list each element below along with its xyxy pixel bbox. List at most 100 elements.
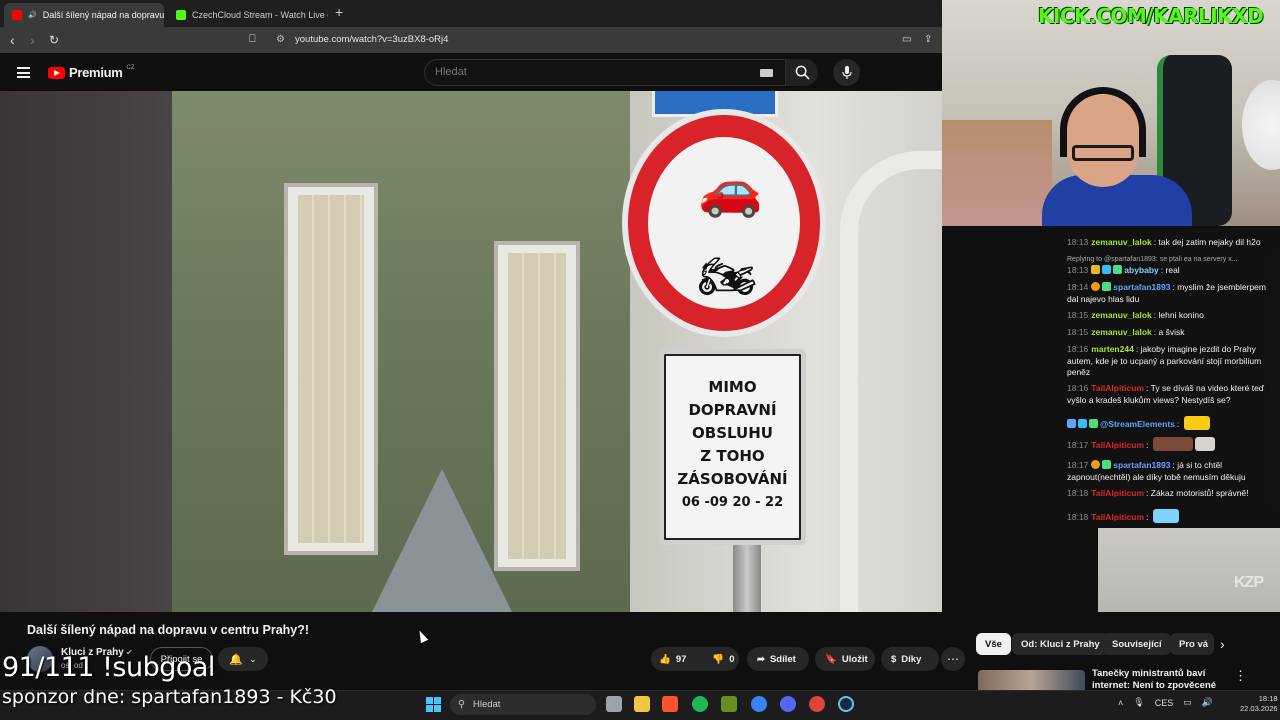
- triangle-road-sign: [372, 469, 512, 612]
- thumbs-down-icon: 👎: [712, 653, 725, 665]
- clock-time: 18:18: [1258, 694, 1278, 703]
- search-input[interactable]: [425, 60, 745, 84]
- discord-icon[interactable]: [780, 696, 796, 712]
- tab-youtube[interactable]: 🔊 Další šílený nápad na dopravu ×: [4, 3, 164, 27]
- chat-message: 18:13 abybaby: real: [1067, 265, 1180, 275]
- recommended-thumbnail[interactable]: [978, 670, 1085, 690]
- sign-line: OBSLUHU: [692, 424, 773, 442]
- sponsor-overlay: sponzor dne: spartafan1893 - Kč30: [2, 686, 337, 708]
- youtube-favicon-icon: [12, 10, 22, 20]
- chat-message: 18:18 TailAlpiticum: Zákaz motoristů! spr…: [1067, 488, 1249, 498]
- dislike-button[interactable]: 👎 0: [704, 647, 742, 671]
- emote-icon: [1194, 437, 1215, 451]
- file-explorer-icon[interactable]: [634, 696, 650, 712]
- car-icon: 🚗: [698, 161, 763, 219]
- chip-all[interactable]: Vše: [976, 633, 1011, 655]
- chat-message: 18:17 TailAlpiticum:: [1067, 437, 1277, 452]
- motorcycle-icon: 🏍: [698, 250, 757, 302]
- save-label: Uložit: [841, 653, 868, 665]
- webcam-background-strip: [1098, 528, 1280, 612]
- like-button[interactable]: 👍 97: [651, 647, 694, 671]
- video-player[interactable]: 🚗 🏍 MIMO DOPRAVNÍ OBSLUHU Z TOHO ZÁSOBOV…: [0, 91, 942, 612]
- stream-chat: 18:13 zemanuv_lalok: tak dej zatim nejaky…: [1063, 228, 1280, 528]
- logo-text: Premium: [69, 65, 123, 80]
- reload-icon[interactable]: ↻: [49, 33, 59, 47]
- webcam-overlay: [942, 0, 1280, 226]
- brave-icon[interactable]: [662, 696, 678, 712]
- sign-line: MIMO: [708, 378, 757, 396]
- bookmark-icon: 🔖: [825, 653, 837, 665]
- search-box[interactable]: [424, 59, 786, 86]
- more-actions-button[interactable]: ⋯: [941, 647, 965, 671]
- chevron-right-icon[interactable]: ›: [1220, 636, 1225, 652]
- like-count: 97: [675, 653, 687, 665]
- share-button[interactable]: ➦ Sdílet: [747, 647, 809, 671]
- chip-for-you[interactable]: Pro vá: [1170, 633, 1214, 655]
- windows-start-icon[interactable]: [426, 697, 441, 712]
- share-arrow-icon: ➦: [757, 653, 765, 665]
- chat-message: 18:14 spartafan1893: myslim že jsemblerpe…: [1067, 282, 1266, 304]
- chat-message: 18:17 spartafan1893: já si to chtěl zapno…: [1067, 460, 1246, 482]
- chrome-icon[interactable]: [809, 696, 825, 712]
- building-window: [284, 183, 378, 555]
- network-icon[interactable]: ▭: [1183, 697, 1192, 708]
- steam-icon[interactable]: [838, 696, 854, 712]
- subgoal-overlay: 91/111 !subgoal: [2, 652, 215, 683]
- address-bar-row: ‹ › ↻ ⎕ ⚙ youtube.com/watch?v=3uzBX8-oRj…: [0, 27, 942, 53]
- kick-favicon-icon: [176, 10, 186, 20]
- save-button[interactable]: 🔖 Uložit: [815, 647, 875, 671]
- task-view-icon[interactable]: [606, 696, 622, 712]
- bell-icon: 🔔: [229, 653, 244, 666]
- search-button[interactable]: [786, 59, 818, 86]
- taskbar-search[interactable]: ⚲ Hledat: [450, 694, 596, 715]
- chat-message: 18:18 TailAlpiticum:: [1067, 509, 1277, 524]
- forward-icon[interactable]: ›: [30, 32, 35, 48]
- site-info-icon[interactable]: ⚙: [276, 34, 285, 45]
- video-title: Další šílený nápad na dopravu v centru P…: [27, 623, 310, 637]
- chevron-up-icon[interactable]: ˄: [1118, 698, 1123, 708]
- thumbs-up-icon: 👍: [659, 653, 671, 665]
- tab-title: CzechCloud Stream - Watch Live on: [192, 10, 328, 20]
- tab-czechcloud[interactable]: CzechCloud Stream - Watch Live on: [168, 3, 328, 27]
- voice-search-button[interactable]: [833, 59, 860, 86]
- mouse-cursor-icon: [415, 628, 429, 644]
- streamer: [1042, 87, 1192, 226]
- share-icon[interactable]: ⇪: [924, 34, 932, 45]
- taskbar-clock[interactable]: 18:18 22.03.2026: [1240, 694, 1278, 714]
- recommended-title[interactable]: Tanečky ministrantů baví internet: Není …: [1092, 668, 1222, 690]
- dollar-icon: $: [891, 653, 897, 665]
- keyboard-icon[interactable]: [760, 69, 773, 77]
- new-tab-icon[interactable]: +: [335, 4, 343, 20]
- webcam-bed: [942, 120, 1052, 226]
- url-field[interactable]: youtube.com/watch?v=3uzBX8-oRj4: [295, 34, 448, 45]
- volume-icon[interactable]: 🔊: [1202, 697, 1213, 708]
- kebab-menu-icon[interactable]: ⋮: [1234, 668, 1247, 684]
- thanks-button[interactable]: $ Díky: [881, 647, 939, 671]
- microphone-icon[interactable]: 🎙: [1133, 697, 1144, 708]
- chat-message: 18:15 zemanuv_lalok: lehni konino: [1067, 310, 1204, 320]
- emote-icon: [1183, 416, 1210, 430]
- youtube-play-icon: [48, 66, 65, 79]
- cast-icon[interactable]: ▭: [902, 34, 911, 45]
- share-label: Sdílet: [769, 653, 796, 665]
- youtube-logo[interactable]: Premium CZ: [48, 65, 135, 80]
- bookmark-icon[interactable]: ⎕: [249, 33, 256, 46]
- hamburger-menu-icon[interactable]: [17, 67, 30, 78]
- subscribe-bell-button[interactable]: 🔔 ⌄: [218, 647, 268, 671]
- back-icon[interactable]: ‹: [10, 32, 15, 48]
- youtube-header: Premium CZ: [0, 53, 942, 91]
- chip-from-channel[interactable]: Od: Kluci z Prahy: [1012, 633, 1109, 655]
- sign-line: DOPRAVNÍ: [688, 401, 777, 419]
- language-indicator[interactable]: CES: [1155, 698, 1174, 708]
- search-icon: ⚲: [458, 699, 465, 710]
- notepad-icon[interactable]: [721, 696, 737, 712]
- chip-related[interactable]: Související: [1103, 633, 1171, 655]
- webcam-fan: [1242, 80, 1280, 170]
- ccleaner-icon[interactable]: [751, 696, 767, 712]
- chat-message: 18:15 zemanuv_lalok: a švisk: [1067, 327, 1185, 337]
- spotify-icon[interactable]: [692, 696, 708, 712]
- kick-channel-banner: KICK.COM/KARLIKXD: [1038, 4, 1264, 28]
- browser-tab-bar: 🔊 Další šílený nápad na dopravu × CzechC…: [0, 0, 942, 27]
- chevron-down-icon: ⌄: [249, 653, 257, 664]
- chat-message: 18:16 TailAlpiticum: Ty se díváš na video…: [1067, 383, 1265, 405]
